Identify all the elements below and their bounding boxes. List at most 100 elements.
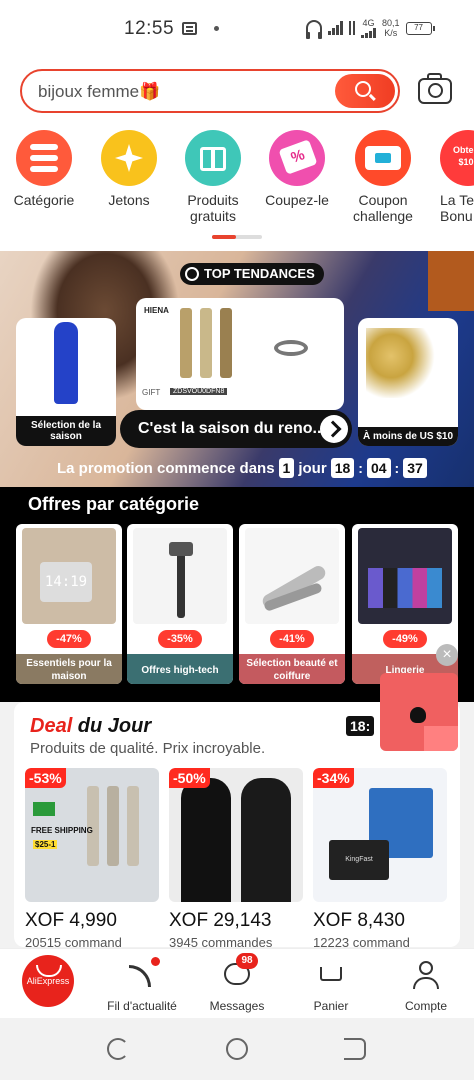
- cart-icon: [320, 967, 342, 981]
- offer-image-screwdriver: [133, 528, 227, 624]
- nav-account[interactable]: Compte: [381, 949, 471, 1019]
- nav-home[interactable]: AliExpress: [0, 949, 90, 1019]
- top-tendances-badge: TOP TENDANCES: [180, 263, 324, 285]
- bonus-badge: Obten $10: [453, 145, 474, 167]
- offer-image-underwear: [358, 528, 452, 624]
- deal-item[interactable]: FREE SHIPPING $25-1 -53% XOF 4,990 20515…: [25, 768, 159, 947]
- offer-image-nail-clipper: [245, 528, 339, 624]
- deal-image-wig: -50%: [169, 768, 303, 902]
- bottom-nav: AliExpress Fil d'actualité 98 Messages P…: [0, 948, 474, 1018]
- countdown-minutes: 04: [366, 458, 391, 478]
- promo-countdown: La promotion commence dans 1 jour 18 : 0…: [57, 457, 427, 479]
- feed-icon: [129, 965, 151, 987]
- offer-discount: -49%: [383, 630, 427, 648]
- floating-promo-widget[interactable]: [380, 673, 458, 751]
- notification-dot-icon: [214, 26, 219, 31]
- deal-item[interactable]: KingFast -34% XOF 8,430 12223 command: [313, 768, 447, 947]
- deal-subtitle: Produits de qualité. Prix incroyable.: [30, 740, 266, 757]
- nav-label: Fil d'actualité: [107, 999, 177, 1013]
- banner-card-season[interactable]: Sélection de la saison: [16, 318, 116, 446]
- speed-unit: K/s: [384, 28, 398, 38]
- coupon-code: ZDSVOU0DFN8: [170, 388, 228, 395]
- category-icon: [16, 130, 72, 186]
- banner-card-caption: À moins de US $10: [358, 427, 458, 446]
- speed-value: 80,1: [382, 18, 400, 28]
- offer-caption: Essentiels pour la maison: [16, 654, 122, 684]
- quick-link-produits-gratuits[interactable]: Produits gratuits: [168, 130, 258, 224]
- banner-cta-button[interactable]: C'est la saison du reno...: [120, 410, 352, 448]
- deal-title-red: Deal: [30, 715, 73, 737]
- deal-discount: -34%: [313, 768, 354, 788]
- offer-discount: -35%: [158, 630, 202, 648]
- quick-link-coupon-challenge[interactable]: Coupon challenge: [338, 130, 428, 224]
- jumpsuit-product-image: [54, 322, 78, 404]
- quick-link-jetons[interactable]: Jetons: [84, 130, 174, 208]
- camera-search-icon[interactable]: [418, 73, 452, 104]
- quick-link-bonus[interactable]: Obten $10 La Te Bonu: [422, 130, 474, 224]
- deal-item[interactable]: -50% XOF 29,143 3945 commandes: [169, 768, 303, 947]
- data-transfer-icon: [349, 21, 355, 35]
- deal-discount: -53%: [25, 768, 66, 788]
- search-button[interactable]: [335, 74, 395, 108]
- system-nav-bar: [0, 1018, 474, 1080]
- banner-decor: [428, 251, 474, 311]
- gift-icon: [185, 130, 241, 186]
- banner-card-main[interactable]: HIENA GIFT ZDSVOU0DFN8 C'est la saison d…: [120, 298, 352, 448]
- banner-card-under-10[interactable]: À moins de US $10: [358, 318, 458, 446]
- countdown-seconds: 37: [403, 458, 427, 478]
- network-type: 4G: [362, 17, 375, 28]
- quick-link-label: Catégorie: [13, 192, 75, 208]
- search-input[interactable]: bijoux femme🎁: [38, 82, 160, 102]
- messages-badge: 98: [236, 953, 258, 969]
- deal-title-black: du Jour: [72, 715, 152, 737]
- quick-links: Catégorie Jetons Produits gratuits % Cou…: [0, 130, 474, 240]
- deal-image-trimmers: FREE SHIPPING $25-1 -53%: [25, 768, 159, 902]
- nav-label: Messages: [209, 999, 265, 1013]
- quick-link-coupez-le[interactable]: % Coupez-le: [252, 130, 342, 208]
- signal-icon: [328, 21, 343, 35]
- quick-link-label: Produits gratuits: [187, 192, 239, 224]
- search-bar[interactable]: bijoux femme🎁: [20, 69, 400, 113]
- gift-label: GIFT: [142, 388, 161, 397]
- search-icon: [355, 81, 371, 97]
- apple-icon: [410, 707, 426, 723]
- offer-card-home[interactable]: 14:19 -47% Essentiels pour la maison: [16, 524, 122, 684]
- network-speed: 80,1 K/s: [382, 18, 400, 38]
- quick-link-categorie[interactable]: Catégorie: [0, 130, 89, 208]
- deal-price: XOF 4,990: [25, 910, 117, 931]
- nav-label: Compte: [404, 999, 448, 1013]
- message-notification-icon: [182, 22, 197, 35]
- coin-icon: [101, 130, 157, 186]
- headset-icon: [306, 20, 322, 39]
- chevron-right-icon: [320, 415, 348, 443]
- deal-discount: -50%: [169, 768, 210, 788]
- nav-feed[interactable]: Fil d'actualité: [97, 949, 187, 1019]
- offer-card-hightech[interactable]: -35% Offres high-tech: [127, 524, 233, 684]
- quick-links-pager: [212, 235, 262, 239]
- nav-messages[interactable]: 98 Messages: [192, 949, 282, 1019]
- offer-caption: Offres high-tech: [127, 654, 233, 684]
- nav-label: Panier: [313, 999, 349, 1013]
- deal-orders: 3945 commandes: [169, 935, 273, 947]
- deal-ssd-brand: KingFast: [329, 840, 389, 880]
- back-icon[interactable]: [344, 1038, 366, 1060]
- promo-banner[interactable]: TOP TENDANCES Sélection de la saison HIE…: [0, 251, 474, 487]
- offer-caption: Sélection beauté et coiffure: [239, 654, 345, 684]
- bonus-icon: Obten $10: [440, 130, 474, 186]
- close-icon[interactable]: ×: [436, 644, 458, 666]
- deal-price: XOF 8,430: [313, 910, 405, 931]
- home-button-icon[interactable]: [226, 1038, 248, 1060]
- countdown-text: La promotion commence dans: [57, 459, 275, 477]
- countdown-hours: 18: [330, 458, 355, 478]
- quick-link-label: Jetons: [108, 192, 150, 208]
- jewelry-product-image: [366, 328, 450, 398]
- offers-by-category: Offres par catégorie 14:19 -47% Essentie…: [0, 487, 474, 702]
- recent-apps-icon[interactable]: [107, 1038, 129, 1060]
- status-indicators: 4G 80,1 K/s 77: [306, 16, 435, 40]
- deal-image-ssd: KingFast -34%: [313, 768, 447, 902]
- deal-price: XOF 29,143: [169, 910, 272, 931]
- offer-card-beauty[interactable]: -41% Sélection beauté et coiffure: [239, 524, 345, 684]
- nav-cart[interactable]: Panier: [286, 949, 376, 1019]
- clipper-product-image: HIENA GIFT ZDSVOU0DFN8: [136, 298, 344, 410]
- deal-title: Deal du Jour: [30, 715, 151, 738]
